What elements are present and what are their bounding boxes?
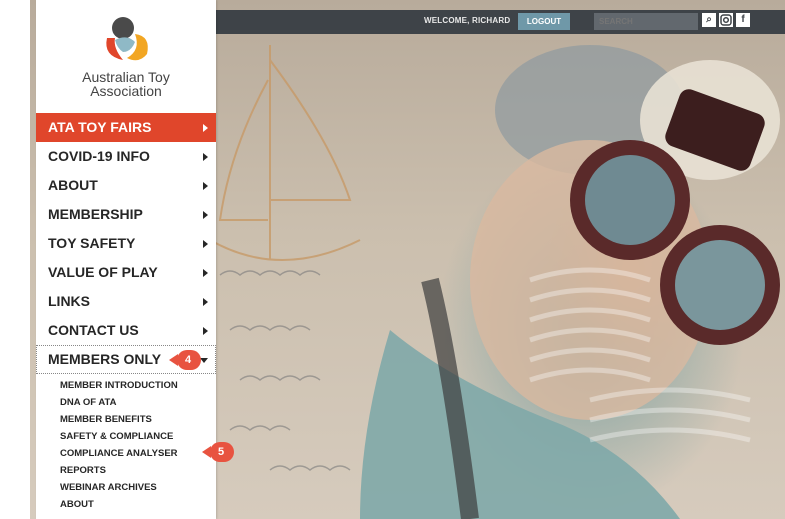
nav-item-label: ATA TOY FAIRS <box>48 119 152 135</box>
chevron-right-icon <box>203 240 208 248</box>
submenu-item-reports[interactable]: REPORTS <box>60 462 216 479</box>
nav-item-label: TOY SAFETY <box>48 235 136 251</box>
submenu-item-webinar-archives[interactable]: WEBINAR ARCHIVES <box>60 479 216 496</box>
nav-item-label: COVID-19 INFO <box>48 148 150 164</box>
sidebar: Australian Toy Association ATA TOY FAIRS… <box>36 0 216 519</box>
nav-item-about[interactable]: ABOUT <box>36 171 216 200</box>
welcome-text: WELCOME, RICHARD <box>424 16 511 25</box>
org-name-line1: Australian Toy <box>82 69 170 85</box>
instagram-icon[interactable] <box>719 13 733 27</box>
submenu-item-safety-compliance[interactable]: SAFETY & COMPLIANCE <box>60 428 216 445</box>
chevron-down-icon <box>200 358 208 363</box>
nav-item-membership[interactable]: MEMBERSHIP <box>36 200 216 229</box>
nav-item-label: VALUE OF PLAY <box>48 264 158 280</box>
submenu-item-dna-of-ata[interactable]: DNA OF ATA <box>60 394 216 411</box>
nav-item-label: CONTACT US <box>48 322 139 338</box>
nav-item-label: MEMBERSHIP <box>48 206 143 222</box>
nav-item-label: ABOUT <box>48 177 98 193</box>
submenu-item-member-introduction[interactable]: MEMBER INTRODUCTION <box>60 377 216 394</box>
submenu-item-about[interactable]: ABOUT <box>60 496 216 513</box>
chevron-right-icon <box>203 298 208 306</box>
nav-item-covid-19-info[interactable]: COVID-19 INFO <box>36 142 216 171</box>
chevron-right-icon <box>203 327 208 335</box>
members-only-submenu: MEMBER INTRODUCTION DNA OF ATA MEMBER BE… <box>36 377 216 513</box>
step-callout-5: 5 <box>201 442 235 462</box>
top-bar: WELCOME, RICHARD LOGOUT ⌕ f <box>216 10 785 34</box>
chevron-right-icon <box>203 182 208 190</box>
nav-item-toy-safety[interactable]: TOY SAFETY <box>36 229 216 258</box>
chevron-right-icon <box>203 269 208 277</box>
submenu-item-member-benefits[interactable]: MEMBER BENEFITS <box>60 411 216 428</box>
chevron-right-icon <box>203 124 208 132</box>
chevron-right-icon <box>203 153 208 161</box>
facebook-icon[interactable]: f <box>736 13 750 27</box>
search-input[interactable] <box>594 13 698 30</box>
submenu-item-compliance-analyser[interactable]: COMPLIANCE ANALYSER <box>60 445 216 462</box>
page-frame: WELCOME, RICHARD LOGOUT ⌕ f Australian T… <box>30 0 785 519</box>
search-icon[interactable]: ⌕ <box>702 13 716 27</box>
nav-item-label: LINKS <box>48 293 90 309</box>
ata-logo[interactable] <box>101 16 153 66</box>
step-callout-4: 4 <box>168 350 202 370</box>
nav-item-contact-us[interactable]: CONTACT US <box>36 316 216 345</box>
main-nav: ATA TOY FAIRS COVID-19 INFO ABOUT MEMBER… <box>36 113 216 513</box>
logout-button[interactable]: LOGOUT <box>518 13 570 30</box>
org-name-line2: Association <box>90 83 162 99</box>
nav-item-links[interactable]: LINKS <box>36 287 216 316</box>
nav-item-value-of-play[interactable]: VALUE OF PLAY <box>36 258 216 287</box>
nav-item-label: MEMBERS ONLY <box>48 351 162 367</box>
org-name: Australian Toy Association <box>36 70 216 98</box>
nav-item-ata-toy-fairs[interactable]: ATA TOY FAIRS <box>36 113 216 142</box>
chevron-right-icon <box>203 211 208 219</box>
